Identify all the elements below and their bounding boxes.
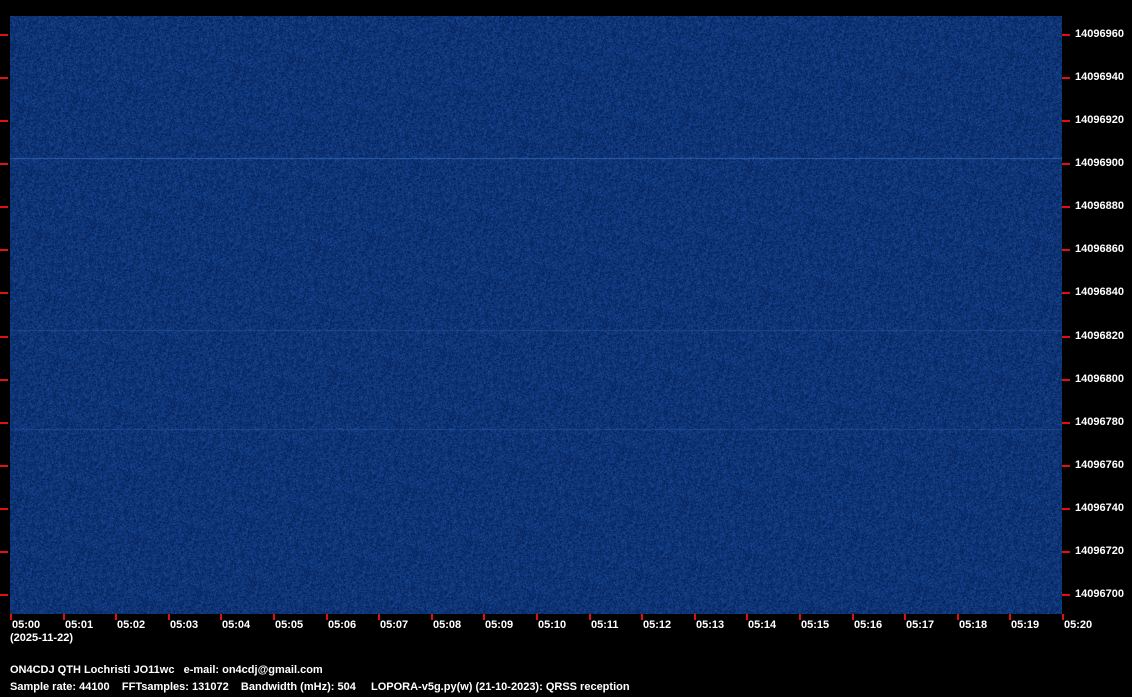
date-label: (2025-11-22) bbox=[10, 632, 73, 644]
left-tick bbox=[0, 551, 8, 553]
right-tick bbox=[1062, 379, 1070, 381]
right-tick bbox=[1062, 249, 1070, 251]
frequency-tick-label: 14096760 bbox=[1075, 459, 1124, 471]
fft-params: Sample rate: 44100 FFTsamples: 131072 Ba… bbox=[10, 681, 356, 693]
time-tick-label: 05:16 bbox=[854, 619, 883, 631]
time-tick-label: 05:15 bbox=[801, 619, 830, 631]
spectrogram-plot bbox=[10, 16, 1062, 614]
right-tick bbox=[1062, 336, 1070, 338]
time-tick-label: 05:18 bbox=[959, 619, 988, 631]
time-tick-label: 05:11 bbox=[591, 619, 619, 631]
time-tick-label: 05:08 bbox=[433, 619, 462, 631]
frequency-tick-label: 14096880 bbox=[1075, 200, 1124, 212]
frequency-tick-label: 14096920 bbox=[1075, 114, 1124, 126]
frequency-tick-label: 14096820 bbox=[1075, 330, 1124, 342]
right-tick bbox=[1062, 206, 1070, 208]
right-tick bbox=[1062, 163, 1070, 165]
time-tick-label: 05:17 bbox=[906, 619, 935, 631]
time-tick-label: 05:07 bbox=[380, 619, 409, 631]
left-tick bbox=[0, 206, 8, 208]
right-tick bbox=[1062, 594, 1070, 596]
time-tick-label: 05:13 bbox=[696, 619, 725, 631]
frequency-tick-label: 14096960 bbox=[1075, 28, 1124, 40]
time-tick-label: 05:04 bbox=[222, 619, 251, 631]
frequency-tick-label: 14096780 bbox=[1075, 416, 1124, 428]
time-tick-label: 05:02 bbox=[117, 619, 146, 631]
time-tick-label: 05:10 bbox=[538, 619, 567, 631]
frequency-tick-label: 14096720 bbox=[1075, 545, 1124, 557]
time-tick-label: 05:06 bbox=[328, 619, 357, 631]
time-tick-label: 05:14 bbox=[748, 619, 777, 631]
left-tick bbox=[0, 249, 8, 251]
time-tick-label: 05:19 bbox=[1011, 619, 1040, 631]
left-tick bbox=[0, 379, 8, 381]
time-tick-label: 05:00 bbox=[12, 619, 41, 631]
software-info: LOPORA-v5g.py(w) (21-10-2023): QRSS rece… bbox=[371, 681, 630, 693]
left-tick bbox=[0, 77, 8, 79]
right-tick bbox=[1062, 292, 1070, 294]
left-tick bbox=[0, 465, 8, 467]
station-info: ON4CDJ QTH Lochristi JO11wc e-mail: on4c… bbox=[10, 664, 323, 676]
left-tick bbox=[0, 120, 8, 122]
time-tick-label: 05:01 bbox=[65, 619, 94, 631]
right-tick bbox=[1062, 551, 1070, 553]
right-tick bbox=[1062, 508, 1070, 510]
left-tick bbox=[0, 163, 8, 165]
time-tick-label: 05:09 bbox=[485, 619, 514, 631]
time-tick-label: 05:05 bbox=[275, 619, 304, 631]
frequency-tick-label: 14096860 bbox=[1075, 243, 1124, 255]
time-tick-label: 05:12 bbox=[643, 619, 672, 631]
frequency-tick-label: 14096700 bbox=[1075, 588, 1124, 600]
left-tick bbox=[0, 508, 8, 510]
right-tick bbox=[1062, 120, 1070, 122]
frequency-tick-label: 14096840 bbox=[1075, 286, 1124, 298]
left-tick bbox=[0, 336, 8, 338]
frequency-tick-label: 14096900 bbox=[1075, 157, 1124, 169]
right-tick bbox=[1062, 34, 1070, 36]
time-tick-label: 05:20 bbox=[1064, 619, 1093, 631]
left-tick bbox=[0, 422, 8, 424]
frequency-tick-label: 14096940 bbox=[1075, 71, 1124, 83]
right-tick bbox=[1062, 77, 1070, 79]
frequency-tick-label: 14096800 bbox=[1075, 373, 1124, 385]
left-tick bbox=[0, 594, 8, 596]
right-tick bbox=[1062, 465, 1070, 467]
time-tick-label: 05:03 bbox=[170, 619, 199, 631]
left-tick bbox=[0, 34, 8, 36]
frequency-tick-label: 14096740 bbox=[1075, 502, 1124, 514]
left-tick bbox=[0, 292, 8, 294]
right-tick bbox=[1062, 422, 1070, 424]
